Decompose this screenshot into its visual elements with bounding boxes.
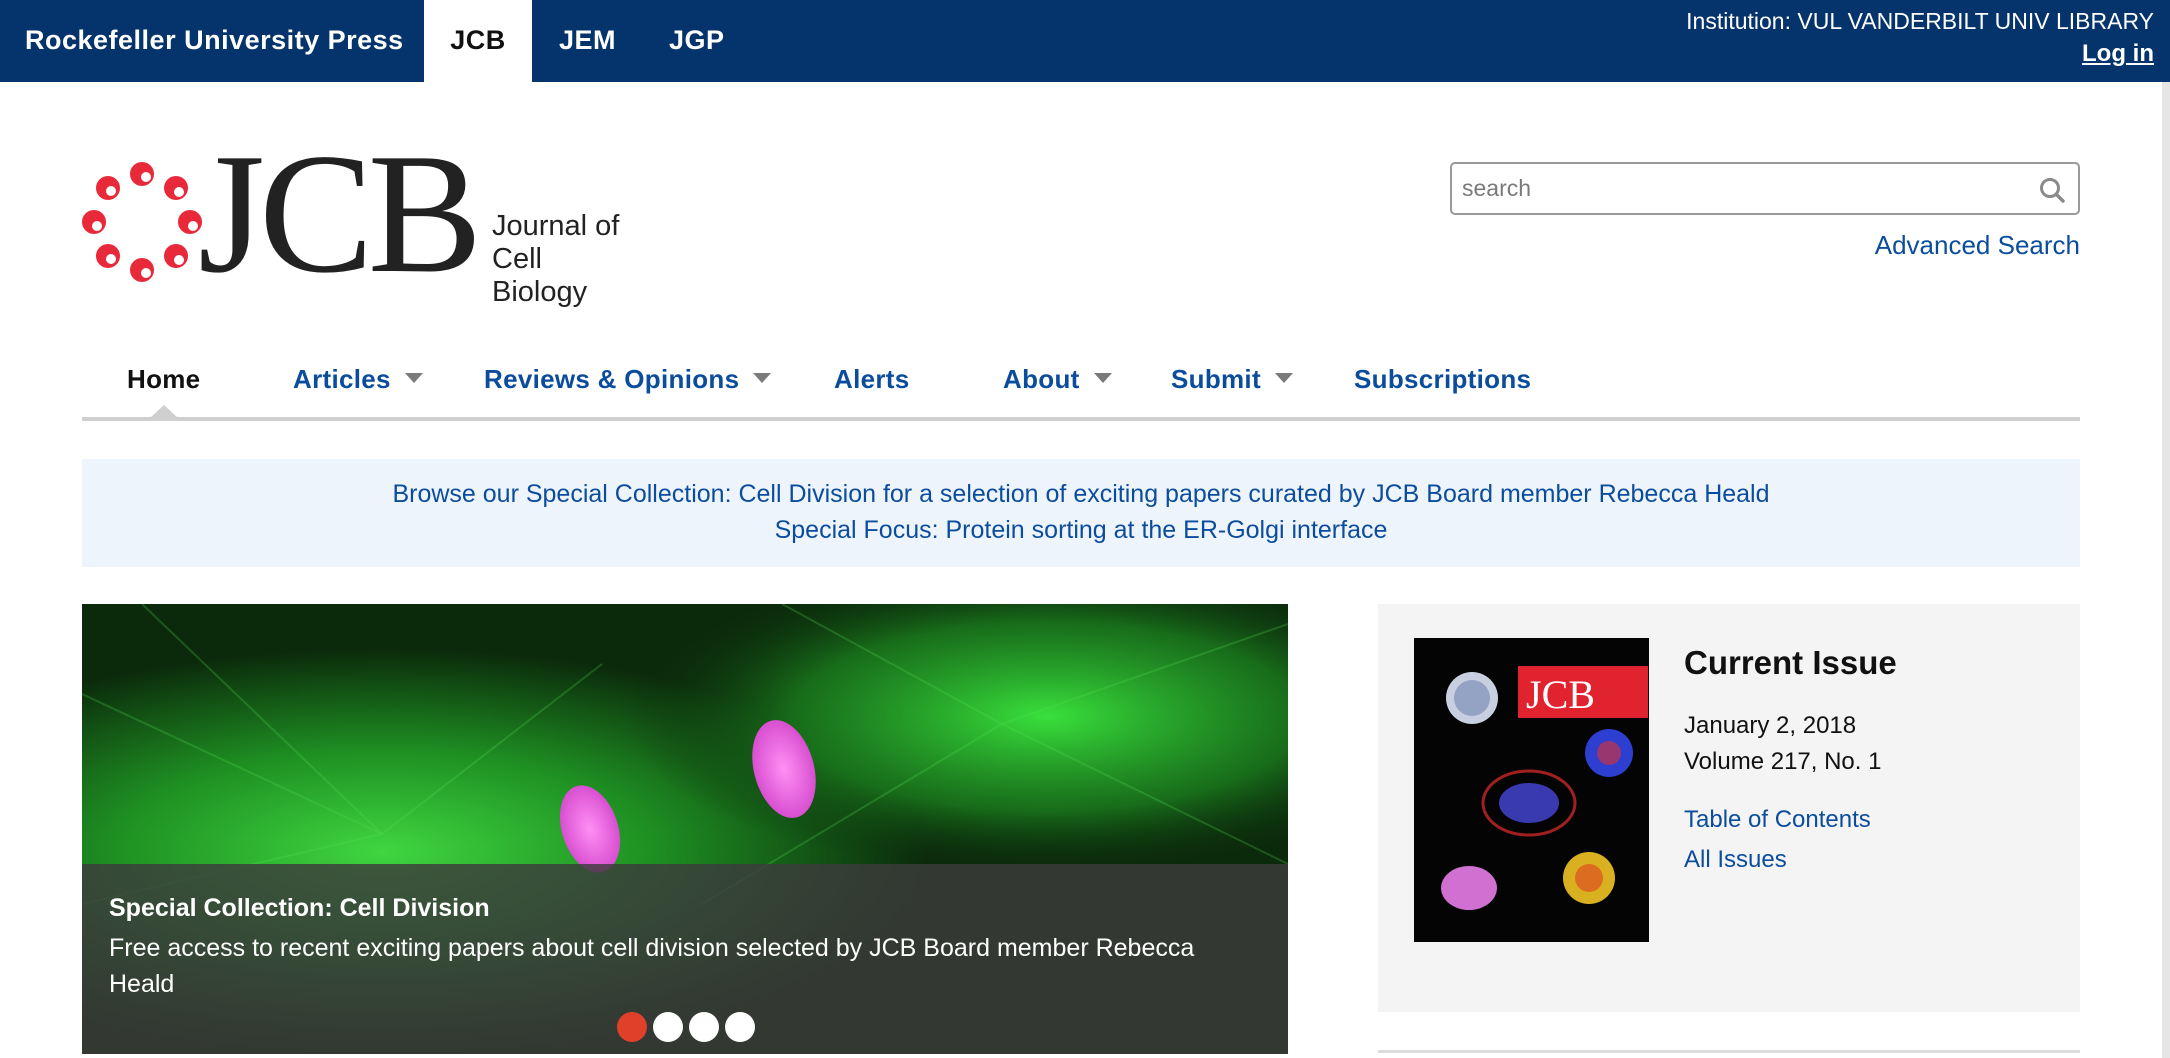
search-icon[interactable] xyxy=(2038,176,2066,204)
nav-about-label: About xyxy=(1003,364,1080,394)
special-collection-link[interactable]: Browse our Special Collection: Cell Divi… xyxy=(82,480,2080,509)
nav-alerts[interactable]: Alerts xyxy=(834,355,910,403)
carousel-dot-4[interactable] xyxy=(725,1012,755,1042)
press-home-link[interactable]: Rockefeller University Press xyxy=(25,0,404,82)
login-link[interactable]: Log in xyxy=(2082,40,2154,68)
search-input[interactable] xyxy=(1452,164,2022,213)
institution-label: Institution: VUL VANDERBILT UNIV LIBRARY xyxy=(1686,8,2154,34)
tab-jcb[interactable]: JCB xyxy=(424,0,532,82)
issue-date: January 2, 2018 xyxy=(1684,712,1857,739)
announcement-banner: Browse our Special Collection: Cell Divi… xyxy=(82,459,2080,567)
active-indicator-icon xyxy=(150,405,178,418)
issue-volume: Volume 217, No. 1 xyxy=(1684,748,1882,775)
nav-articles-label: Articles xyxy=(293,364,391,394)
carousel-dots xyxy=(617,1012,761,1042)
cover-art: JCB xyxy=(1414,638,1649,942)
current-issue-panel: JCB Current Issue January 2, 2018 Volume… xyxy=(1378,604,2080,1012)
nav-reviews-label: Reviews & Opinions xyxy=(484,364,740,394)
main-nav: Home Articles Reviews & Opinions Alerts … xyxy=(82,355,2080,425)
carousel-title[interactable]: Special Collection: Cell Division xyxy=(109,894,490,923)
tab-jem[interactable]: JEM xyxy=(559,0,616,82)
nav-submit-label: Submit xyxy=(1171,364,1261,394)
chevron-down-icon xyxy=(753,373,772,384)
nav-home[interactable]: Home xyxy=(127,355,200,403)
special-focus-link[interactable]: Special Focus: Protein sorting at the ER… xyxy=(82,516,2080,545)
logo-wordmark: JCB xyxy=(198,119,482,309)
search-box xyxy=(1450,162,2080,215)
nav-reviews-opinions[interactable]: Reviews & Opinions xyxy=(484,355,772,403)
all-issues-link[interactable]: All Issues xyxy=(1684,846,1787,874)
logo-subtitle-line2: Cell Biology xyxy=(492,243,588,308)
scrollbar-track[interactable] xyxy=(2162,82,2170,1058)
nav-about[interactable]: About xyxy=(1003,355,1112,403)
top-bar: Rockefeller University Press JCB JEM JGP… xyxy=(0,0,2170,82)
current-issue-heading: Current Issue xyxy=(1684,644,1897,681)
carousel-description: Free access to recent exciting papers ab… xyxy=(109,934,1195,998)
nav-submit[interactable]: Submit xyxy=(1171,355,1293,403)
panel-divider xyxy=(1378,1050,2080,1053)
carousel-dot-2[interactable] xyxy=(653,1012,683,1042)
logo-subtitle: Journal of Cell Biology xyxy=(492,210,640,309)
nav-subscriptions[interactable]: Subscriptions xyxy=(1354,355,1531,403)
jcb-logo-mark-icon xyxy=(82,162,202,282)
jcb-logo[interactable]: JCB Journal of Cell Biology xyxy=(80,128,640,310)
cover-wordmark: JCB xyxy=(1526,672,1595,717)
table-of-contents-link[interactable]: Table of Contents xyxy=(1684,806,1871,834)
carousel-dot-3[interactable] xyxy=(689,1012,719,1042)
tab-jgp[interactable]: JGP xyxy=(669,0,725,82)
chevron-down-icon xyxy=(1274,373,1293,384)
nav-articles[interactable]: Articles xyxy=(293,355,423,403)
advanced-search-link[interactable]: Advanced Search xyxy=(1875,230,2080,261)
carousel-dot-1[interactable] xyxy=(617,1012,647,1042)
chevron-down-icon xyxy=(1093,373,1112,384)
carousel-caption: Special Collection: Cell Division Free a… xyxy=(82,864,1288,1054)
issue-cover-image[interactable]: JCB xyxy=(1414,638,1649,942)
logo-subtitle-line1: Journal of xyxy=(492,210,620,242)
nav-divider xyxy=(82,417,2080,421)
chevron-down-icon xyxy=(404,373,423,384)
featured-carousel[interactable]: Special Collection: Cell Division Free a… xyxy=(82,604,1288,1054)
